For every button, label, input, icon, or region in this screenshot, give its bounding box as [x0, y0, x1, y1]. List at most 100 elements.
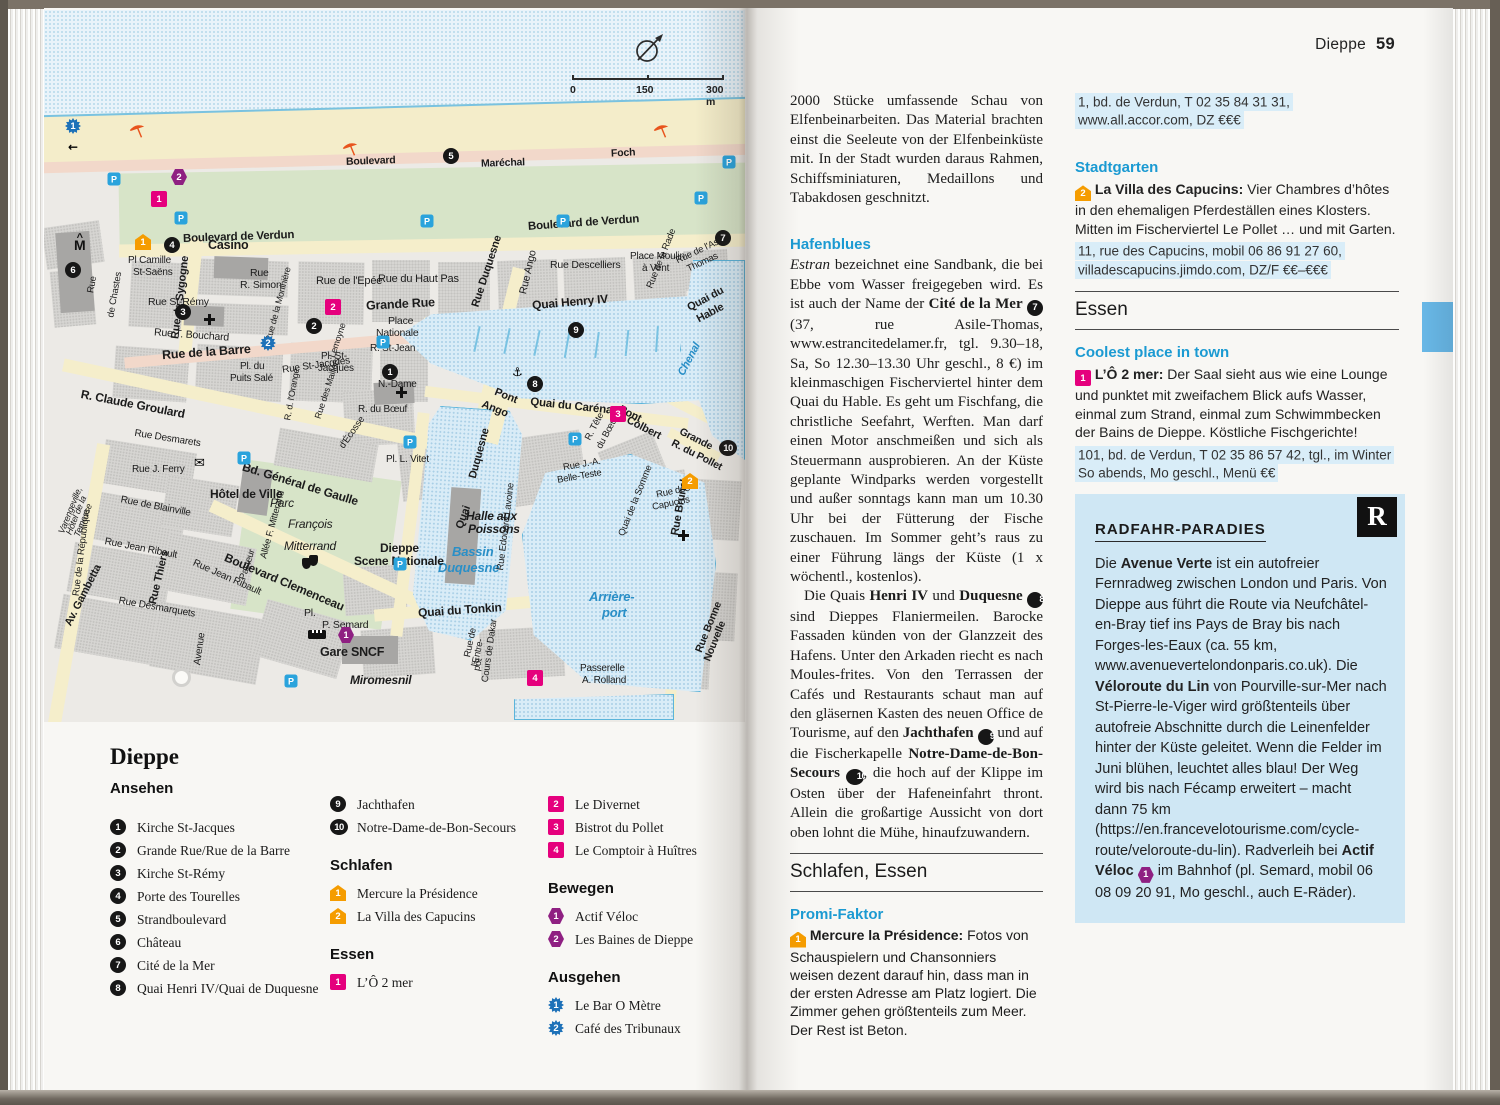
left-page: 0 150 300 m ←^M✉⚓ BoulevardMaréchalFochB… [44, 8, 745, 1092]
inline-marker-s-1: 1 [330, 974, 346, 990]
legend-item: 1 Le Bar O Mètre [548, 994, 723, 1017]
legend-heading-ansehen: Ansehen [110, 780, 325, 797]
legend-heading-schlafen: Schlafen [330, 857, 535, 874]
map-label: Mitterrand [284, 540, 336, 552]
map-marker-c-4: 4 [164, 237, 180, 253]
inline-marker-h-1: 1 [330, 885, 346, 901]
legend-item-label: L’Ô 2 mer [357, 975, 413, 990]
map-marker-c-3: 3 [175, 304, 191, 320]
roundabout [172, 668, 191, 687]
legend-item-label: Cité de la Mer [137, 958, 215, 973]
text-column-left: 2000 Stücke umfassende Schau von Elfenbe… [790, 92, 1043, 1039]
map-label: Arrière- [589, 590, 634, 603]
map-label: Hôtel de Ville [210, 488, 282, 500]
right-page: Dieppe59 2000 Stücke umfassende Schau vo… [745, 8, 1453, 1092]
infobox-title: RADFAHR-PARADIES [1095, 521, 1266, 542]
theater-masks-icon [302, 558, 311, 569]
legend-column: 2Le Divernet3Bistrot du Pollet4Le Compto… [548, 793, 723, 1042]
inline-marker-c-8: 8 [1027, 592, 1043, 608]
inline-marker-s-1: 1 [1075, 370, 1091, 386]
map-label: port [602, 606, 626, 619]
parking-icon: P [404, 436, 417, 449]
map-water-south-basin-water [514, 694, 674, 720]
legend-item-label: Le Bar O Mètre [575, 998, 661, 1013]
legend-item: 4 Porte des Tourelles [110, 885, 325, 908]
inline-marker-c-7: 7 [1027, 300, 1043, 316]
map-label: François [288, 518, 332, 530]
map-label: de Chastes [106, 271, 123, 318]
map-label: Dieppe [380, 542, 419, 554]
church-cross-icon [204, 314, 215, 325]
map-label: Bassin [452, 545, 493, 558]
legend-item: 10Notre-Dame-de-Bon-Secours [330, 816, 535, 839]
legend-title: Dieppe [110, 744, 179, 770]
map-city-block [372, 260, 430, 322]
map-label: Rue de l'Epée [316, 276, 382, 287]
subheading-stadtgarten: Stadtgarten [1075, 159, 1399, 176]
map-label: Gare SNCF [320, 646, 384, 659]
inline-marker-h-1: 1 [790, 932, 806, 948]
map-marker-c-9: 9 [568, 322, 584, 338]
map-label: Puits Salé [230, 374, 273, 384]
inline-marker-x-2: 2 [548, 931, 564, 947]
map-label: Pl. [304, 608, 316, 619]
inline-marker-h-2: 2 [1075, 185, 1091, 201]
harbor-anchor-icon: ⚓ [512, 365, 523, 379]
map-label: Passerelle [580, 664, 625, 674]
inline-marker-g-1: 1 [548, 997, 564, 1013]
parking-icon: P [108, 173, 121, 186]
legend-item: 4Le Comptoir à Huîtres [548, 839, 723, 862]
section-header-schlafen-essen: Schlafen, Essen [790, 853, 1043, 892]
inline-marker-s-4: 4 [548, 842, 564, 858]
legend-item-label: Strandboulevard [137, 912, 226, 927]
map-label: Pl. du [240, 362, 264, 372]
map-marker-c-6: 6 [65, 262, 81, 278]
inline-marker-c-8: 8 [110, 980, 126, 996]
parking-icon: P [569, 433, 582, 446]
map-label: Rue du Haut Pas [378, 274, 459, 285]
book-edge-right [1490, 0, 1500, 1105]
legend-item-label: Porte des Tourelles [137, 889, 240, 904]
legend-item: 2Grande Rue/Rue de la Barre [110, 839, 325, 862]
legend-item-label: Jachthafen [357, 797, 415, 812]
scale-mid: 150 [636, 84, 654, 96]
subheading-promi-faktor: Promi-Faktor [790, 906, 1043, 923]
map-label: Rue Descelliers [550, 260, 621, 271]
map-marker-c-1: 1 [382, 364, 398, 380]
listing-mercure: 1 Mercure la Présidence: Fotos von Schau… [790, 926, 1043, 1039]
map-label: Casino [208, 239, 248, 252]
post-office-icon: ✉ [194, 456, 205, 471]
legend-item-label: Quai Henri IV/Quai de Duquesne [137, 981, 318, 996]
legend-item-label: Kirche St-Jacques [137, 820, 235, 835]
subheading-coolest-place: Coolest place in town [1075, 344, 1399, 361]
map-marker-c-8: 8 [527, 376, 543, 392]
legend-item: 1Actif Véloc [548, 905, 723, 928]
r-badge-icon: R [1357, 497, 1397, 537]
parking-icon: P [394, 558, 407, 571]
parasol-icon [652, 122, 670, 145]
legend-item: 2La Villa des Capucins [330, 905, 535, 928]
map-label: Miromesnil [350, 674, 411, 686]
inline-marker-c-4: 4 [110, 888, 126, 904]
map-marker-s-2: 2 [325, 299, 341, 315]
inline-marker-g-2: 2 [548, 1020, 564, 1036]
inline-marker-c-5: 5 [110, 911, 126, 927]
landmark-m-icon: ^M [74, 236, 86, 249]
map-marker-c-7: 7 [715, 230, 731, 246]
parking-icon: P [175, 212, 188, 225]
book-edge-left [0, 0, 8, 1105]
legend-item-label: La Villa des Capucins [357, 909, 476, 924]
inline-marker-c-9: 9 [330, 796, 346, 812]
dieppe-city-map: 0 150 300 m ←^M✉⚓ BoulevardMaréchalFochB… [44, 10, 745, 722]
map-label: R. Simon [240, 280, 282, 291]
map-label: Foch [611, 147, 636, 159]
legend-item: 1Mercure la Présidence [330, 882, 535, 905]
scale-zero: 0 [570, 84, 576, 96]
legend-item: 1 L’Ô 2 mer [330, 971, 535, 994]
listing-lo2mer: 1 L’Ô 2 mer: Der Saal sieht aus wie eine… [1075, 365, 1399, 441]
parking-icon: P [421, 215, 434, 228]
map-label: Rue [86, 276, 98, 294]
compass-icon [632, 32, 668, 71]
inline-marker-c-10: 10 [846, 769, 864, 785]
map-marker-s-4: 4 [527, 670, 543, 686]
